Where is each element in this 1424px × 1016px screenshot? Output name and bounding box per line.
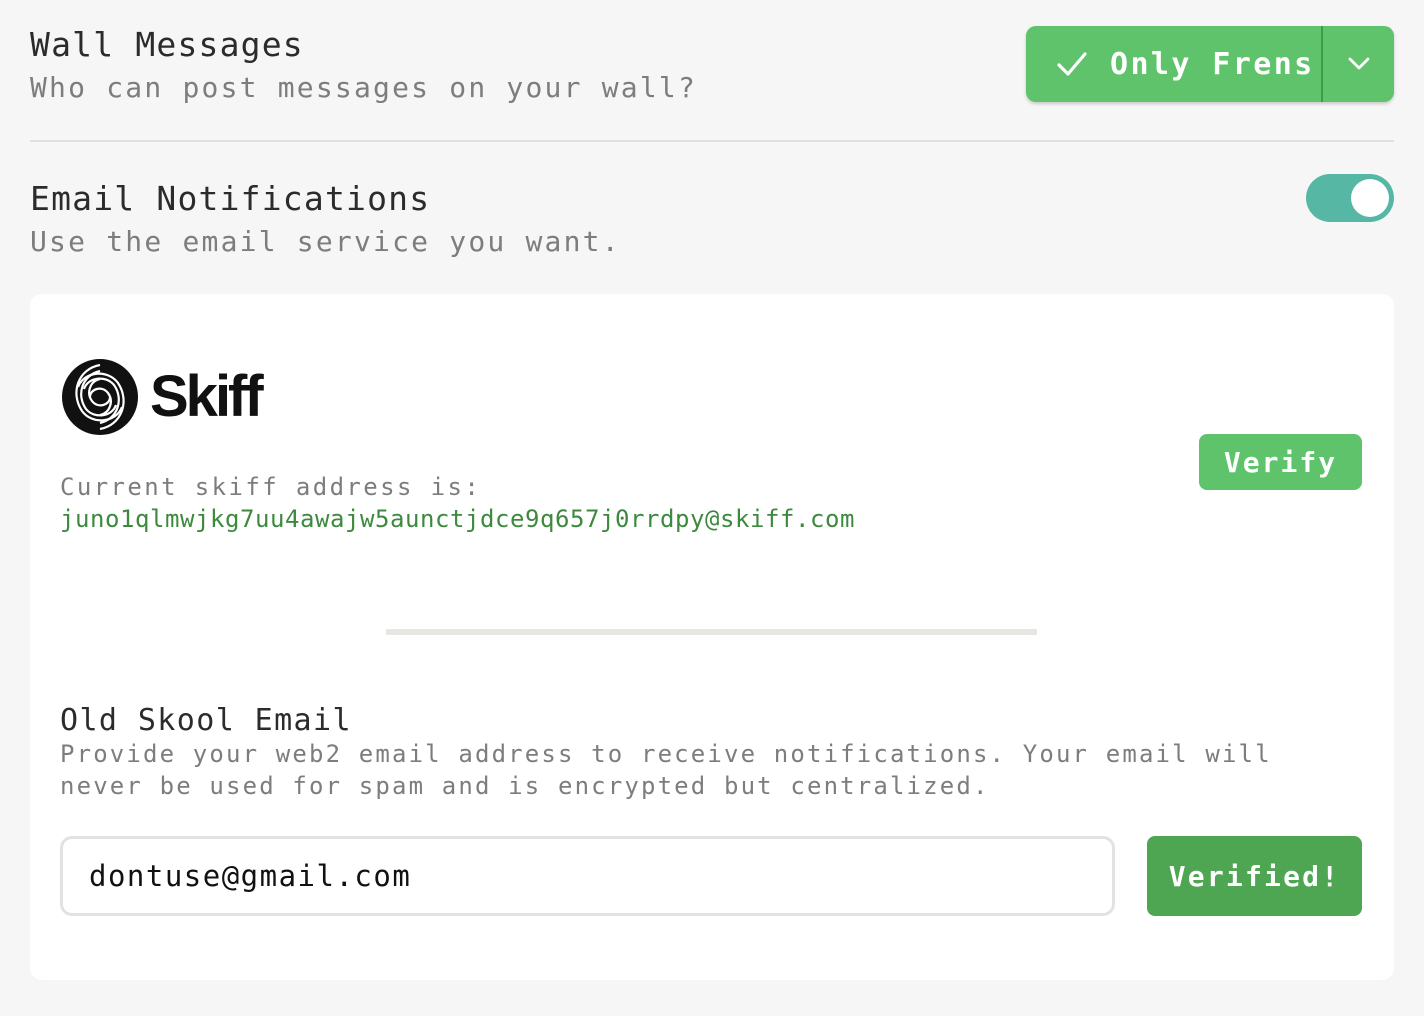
- skiff-address-value: juno1qlmwjkg7uu4awajw5aunctjdce9q657j0rr…: [60, 505, 855, 533]
- verify-button[interactable]: Verify: [1199, 434, 1362, 490]
- wall-permission-dropdown[interactable]: Only Frens: [1026, 26, 1394, 102]
- skiff-logo-icon: [62, 359, 138, 435]
- card-divider: [386, 629, 1037, 635]
- skiff-logo: Skiff: [60, 357, 264, 437]
- wall-permission-label: Only Frens: [1110, 46, 1315, 82]
- old-skool-email-description: Provide your web2 email address to recei…: [60, 740, 1272, 800]
- skiff-address-label: Current skiff address is:: [60, 473, 482, 501]
- chevron-down-icon: [1348, 57, 1369, 70]
- toggle-knob: [1351, 179, 1389, 217]
- email-notifications-subtitle: Use the email service you want.: [30, 225, 621, 258]
- wall-messages-title: Wall Messages: [30, 25, 304, 64]
- wall-permission-selected[interactable]: Only Frens: [1026, 26, 1321, 102]
- email-notifications-title: Email Notifications: [30, 179, 431, 218]
- dropdown-toggle-button[interactable]: [1323, 26, 1394, 102]
- email-field[interactable]: [60, 836, 1115, 916]
- email-notifications-toggle[interactable]: [1306, 174, 1394, 222]
- section-divider: [30, 140, 1394, 142]
- skiff-wordmark: Skiff: [150, 364, 264, 429]
- verified-button[interactable]: Verified!: [1147, 836, 1362, 916]
- old-skool-email-title: Old Skool Email: [60, 703, 352, 738]
- email-settings-card: Skiff Current skiff address is: juno1qlm…: [30, 294, 1394, 980]
- check-icon: [1057, 52, 1087, 76]
- wall-messages-subtitle: Who can post messages on your wall?: [30, 71, 698, 104]
